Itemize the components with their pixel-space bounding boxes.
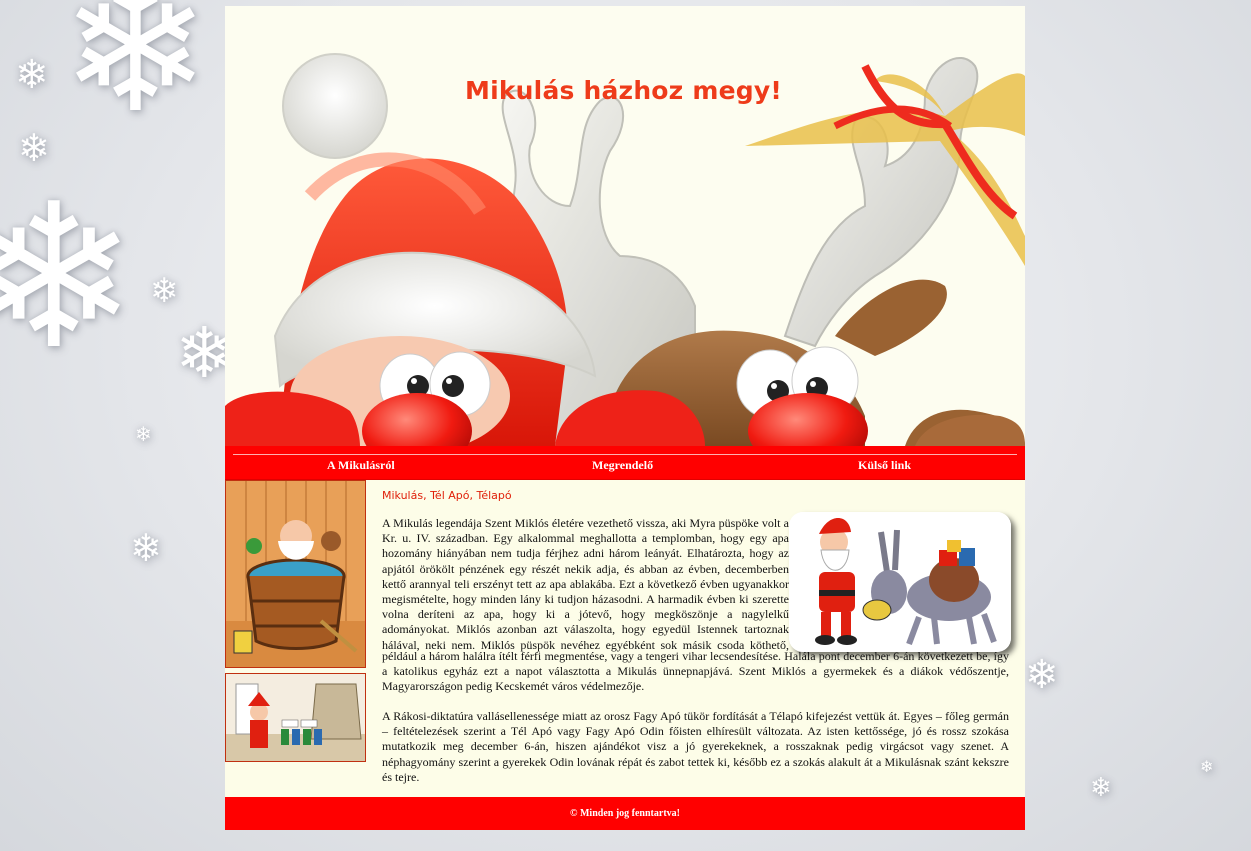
santa-hot-tub-cartoon [226,481,365,667]
nav-link-megrendelo[interactable]: Megrendelő [592,458,653,473]
snowflake-decoration: ❄ [135,424,152,446]
footer: © Minden jog fenntartva! [225,797,1025,830]
page-container: Mikulás házhoz megy! A Mikulásról Megren… [225,6,1025,830]
paragraph-1: A Mikulás legendája Szent Miklós életére… [382,516,789,652]
snowflake-decoration: ❄ [1025,652,1059,697]
sidebar-image-boots [225,673,366,762]
snowflake-decoration: ❄ [1200,759,1214,776]
copyright-text: © Minden jog fenntartva! [570,808,680,819]
paragraph-1-wrapped: A Mikulás legendája Szent Miklós életére… [382,516,789,655]
nav-link-kulso[interactable]: Külső link [858,458,911,473]
santa-reindeer-illustration [225,53,1025,446]
nav-divider [233,454,1017,455]
header-banner: Mikulás házhoz megy! [225,6,1025,446]
snowflake-decoration: ❄ [60,0,211,149]
content-heading: Mikulás, Tél Apó, Télapó [382,489,512,502]
snowflake-decoration: ❄ [15,52,49,97]
santa-boots-cartoon [226,674,365,761]
paragraph-2-block: A Rákosi-diktatúra vallásellenessége mia… [382,709,1009,785]
snowflake-decoration: ❄ [150,273,179,310]
santa-donkey-cartoon [789,512,1011,652]
nav-link-mikulasrol[interactable]: A Mikulásról [327,458,395,473]
snowflake-decoration: ❄ [0,169,138,390]
snowflake-decoration: ❄ [130,528,162,570]
santa-donkey-image [789,512,1011,652]
snowflake-decoration: ❄ [18,128,50,170]
main-navigation: A Mikulásról Megrendelő Külső link [225,446,1025,480]
snowflake-decoration: ❄ [1090,773,1112,802]
sidebar-image-sauna [225,480,366,668]
page-title: Mikulás házhoz megy! [465,76,782,105]
paragraph-1-continuation: például a három halálra ítélt férfi megm… [382,649,1009,694]
paragraph-2: A Rákosi-diktatúra vallásellenessége mia… [382,709,1009,784]
